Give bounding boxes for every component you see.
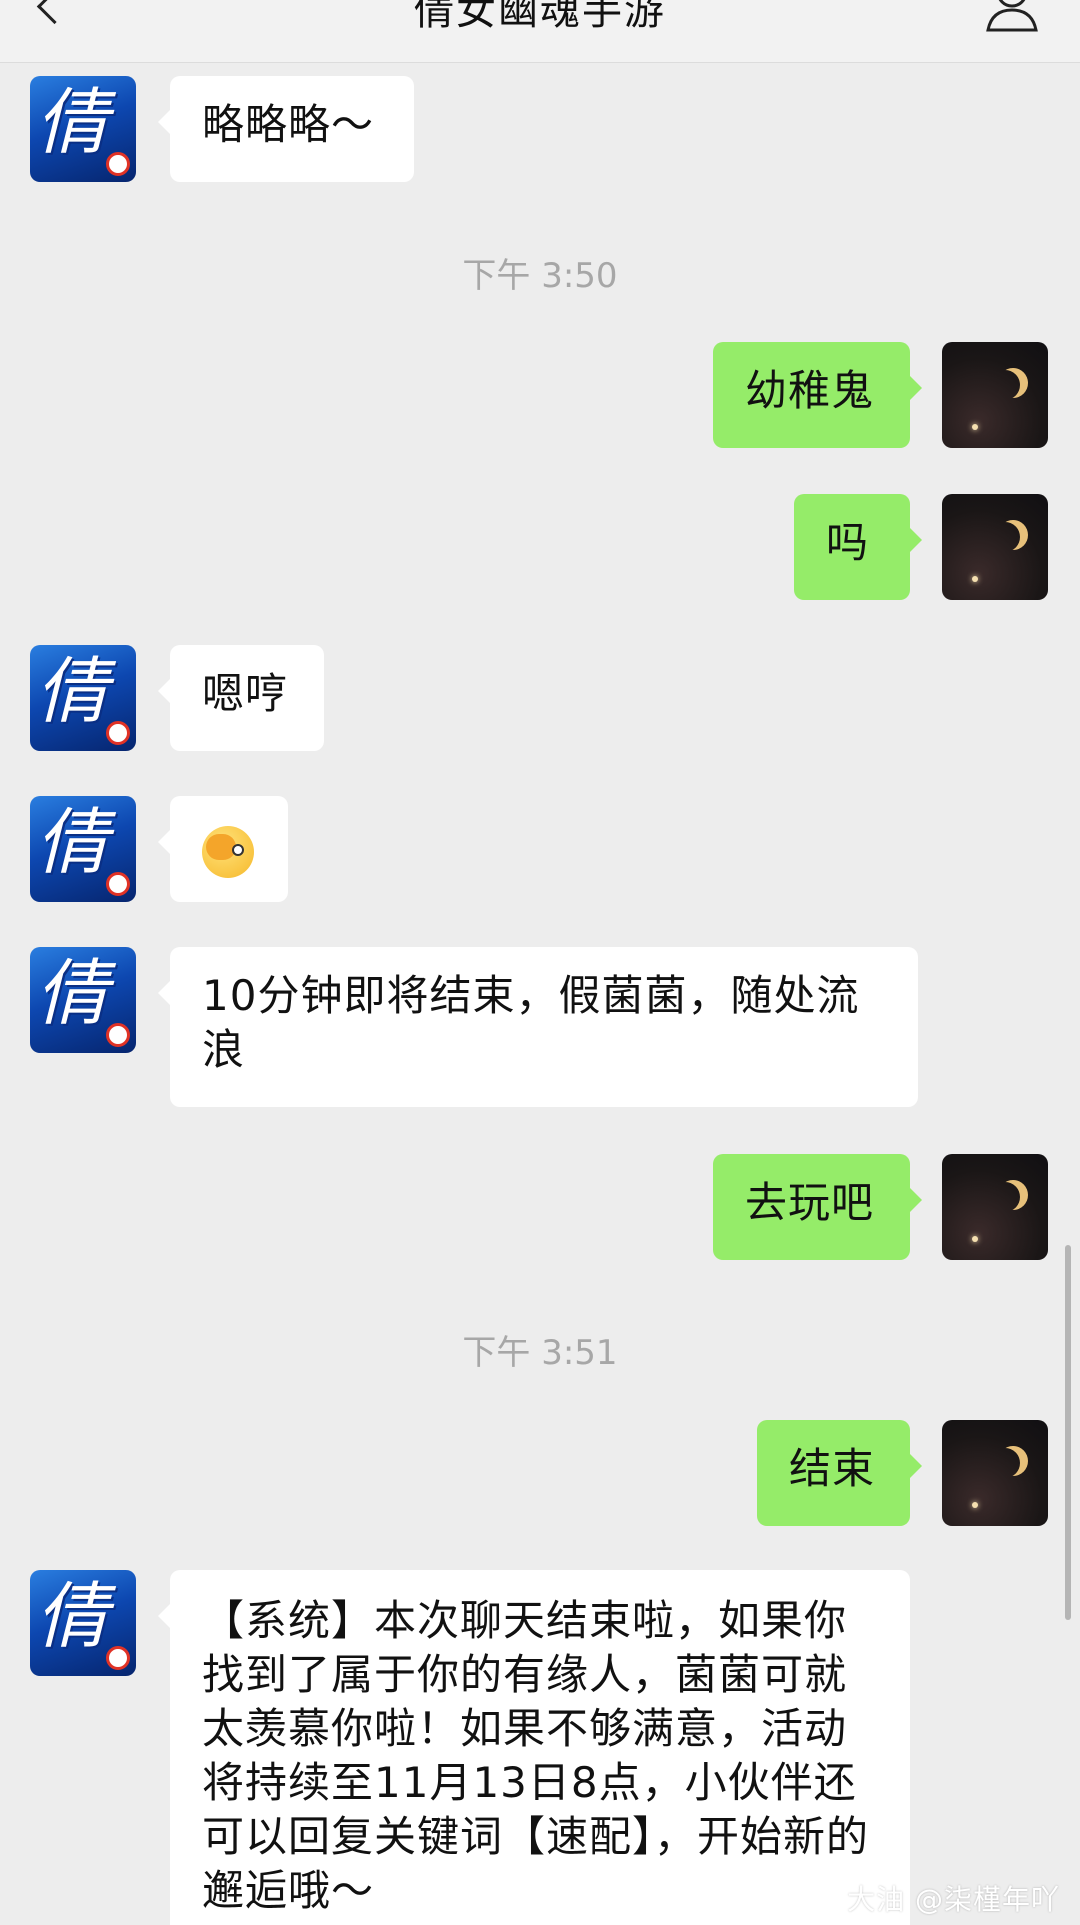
scrollbar[interactable] [1065, 1245, 1071, 1620]
message-bubble-outgoing[interactable]: 结束 [757, 1420, 922, 1526]
message-bubble-outgoing[interactable]: 吗 [794, 494, 922, 600]
message-bubble-incoming[interactable]: 略略略～ [158, 76, 414, 182]
message-text: 幼稚鬼 [745, 366, 875, 415]
star-icon [972, 1502, 978, 1508]
message-text: 10分钟即将结束，假菌菌，随处流浪 [202, 971, 860, 1074]
crescent-moon-avatar[interactable] [942, 1154, 1048, 1260]
watermark: 大油 @柒槿年吖 [847, 1883, 1060, 1916]
game-logo-avatar[interactable]: 倩 [30, 796, 136, 902]
message-bubble-incoming[interactable]: 10分钟即将结束，假菌菌，随处流浪 [158, 947, 918, 1107]
avatar-glyph: 倩 [36, 800, 109, 884]
face-with-hand-over-eye-emoji [202, 825, 254, 878]
message-text: 【系统】本次聊天结束啦，如果你找到了属于你的有缘人，菌菌可就太羡慕你啦！如果不够… [202, 1596, 870, 1915]
message-text: 去玩吧 [745, 1178, 875, 1227]
message-text: 吗 [826, 518, 870, 567]
message-bubble-outgoing[interactable]: 去玩吧 [713, 1154, 922, 1260]
crescent-moon-avatar[interactable] [942, 1420, 1048, 1526]
crescent-moon-avatar[interactable] [942, 494, 1048, 600]
avatar-glyph: 倩 [36, 80, 109, 164]
moon-icon [990, 1448, 1020, 1478]
message-bubble-incoming[interactable] [158, 796, 288, 902]
brand-badge-icon [106, 1646, 130, 1670]
game-logo-avatar[interactable]: 倩 [30, 1570, 136, 1676]
message-bubble-incoming[interactable]: 嗯哼 [158, 645, 324, 751]
timestamp: 下午 3:51 [462, 1333, 618, 1373]
moon-icon [990, 522, 1020, 552]
brand-badge-icon [106, 872, 130, 896]
message-bubble-outgoing[interactable]: 幼稚鬼 [713, 342, 922, 448]
brand-badge-icon [106, 1023, 130, 1047]
star-icon [972, 1236, 978, 1242]
star-icon [972, 424, 978, 430]
brand-badge-icon [106, 721, 130, 745]
person-icon[interactable] [984, 0, 1040, 32]
moon-icon [990, 1182, 1020, 1212]
brand-badge-icon [106, 152, 130, 176]
game-logo-avatar[interactable]: 倩 [30, 947, 136, 1053]
timestamp: 下午 3:50 [462, 256, 618, 296]
message-bubble-incoming[interactable]: 【系统】本次聊天结束啦，如果你找到了属于你的有缘人，菌菌可就太羡慕你啦！如果不够… [158, 1570, 910, 1925]
game-logo-avatar[interactable]: 倩 [30, 76, 136, 182]
message-text: 嗯哼 [202, 669, 289, 718]
chat-header: 倩女幽魂手游 [0, 0, 1080, 63]
avatar-glyph: 倩 [36, 951, 109, 1035]
message-text: 结束 [789, 1444, 876, 1493]
game-logo-avatar[interactable]: 倩 [30, 645, 136, 751]
star-icon [972, 576, 978, 582]
avatar-glyph: 倩 [36, 1574, 109, 1658]
eye-shape [232, 843, 244, 856]
crescent-moon-avatar[interactable] [942, 342, 1048, 448]
avatar-glyph: 倩 [36, 649, 109, 733]
hand-shape [206, 833, 236, 860]
chat-title: 倩女幽魂手游 [414, 0, 666, 34]
message-text: 略略略～ [202, 100, 375, 149]
moon-icon [990, 370, 1020, 400]
